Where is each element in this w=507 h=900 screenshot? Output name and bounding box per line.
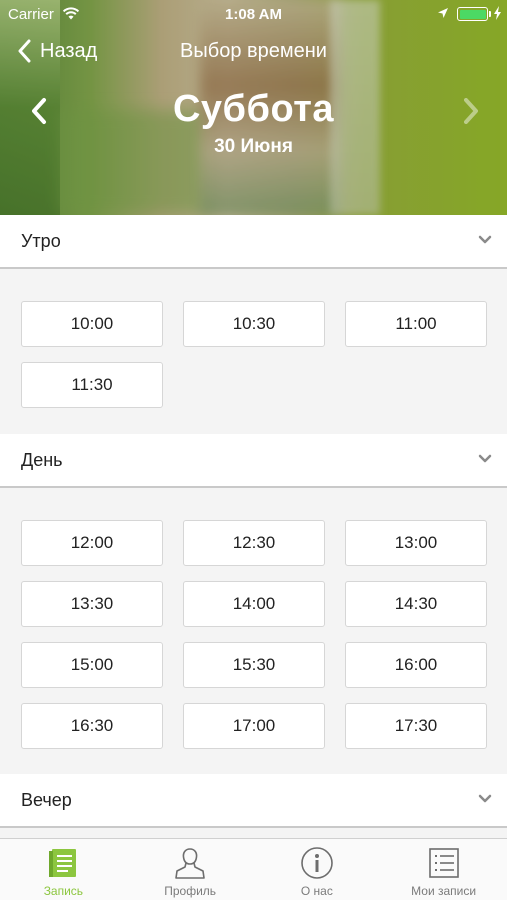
time-slot[interactable]: 16:30 [21,703,163,749]
chevron-down-icon [478,235,492,244]
status-time: 1:08 AM [225,6,282,23]
tab-label: Запись [43,884,84,898]
time-slot[interactable]: 14:00 [183,581,325,627]
charging-bolt-icon [494,6,501,20]
day-date: 30 Июня [214,136,293,157]
time-slot[interactable]: 16:00 [345,642,487,688]
time-slot[interactable]: 17:00 [183,703,325,749]
chevron-down-icon [478,794,492,803]
time-slot[interactable]: 12:30 [183,520,325,566]
page-title: Выбор времени [180,40,327,62]
time-slot[interactable]: 10:30 [183,301,325,347]
time-slot-list: Утро 10:00 10:30 11:00 11:30 День 12:00 … [0,215,507,838]
time-slot[interactable]: 17:30 [345,703,487,749]
tab-label: Профиль [164,884,217,898]
section-header-evening[interactable]: Вечер [0,774,507,828]
header: Carrier 1:08 AM Назад Выбор времени Субб… [0,0,507,215]
tab-booking[interactable]: Запись [0,839,127,900]
info-icon [301,847,333,879]
section-label: Вечер [21,790,72,810]
next-day-arrow-icon[interactable] [458,96,482,126]
chevron-down-icon [478,454,492,463]
time-slot[interactable]: 10:00 [21,301,163,347]
list-icon [428,848,459,878]
time-slot[interactable]: 11:30 [21,362,163,408]
time-slot[interactable]: 15:30 [183,642,325,688]
time-slot[interactable]: 13:00 [345,520,487,566]
tab-profile[interactable]: Профиль [127,839,254,900]
battery-icon [457,7,488,21]
tab-label: Мои записи [411,884,477,898]
location-arrow-icon [438,8,448,18]
time-slot[interactable]: 15:00 [21,642,163,688]
status-bar: Carrier 1:08 AM [0,0,507,28]
section-label: Утро [21,231,61,251]
time-slot[interactable]: 11:00 [345,301,487,347]
section-label: День [21,450,63,470]
time-slot[interactable]: 13:30 [21,581,163,627]
document-icon [49,849,77,877]
time-slot[interactable]: 12:00 [21,520,163,566]
tab-my-bookings[interactable]: Мои записи [380,839,507,900]
tab-label: О нас [300,884,333,898]
time-slot[interactable]: 14:30 [345,581,487,627]
tab-bar: Запись Профиль О нас Мои записи [0,838,507,900]
battery-tip [489,11,491,17]
tab-about[interactable]: О нас [254,839,381,900]
section-header-morning[interactable]: Утро [0,215,507,269]
day-name: Суббота [172,88,335,130]
section-header-day[interactable]: День [0,434,507,488]
user-icon [175,848,205,879]
battery-fill [459,9,486,19]
